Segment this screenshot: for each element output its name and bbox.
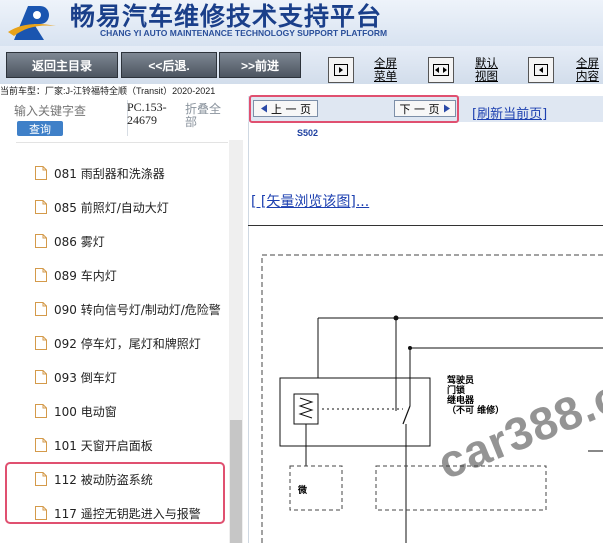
fullscreen-menu-line1: 全屏 <box>374 58 397 70</box>
document-icon <box>35 200 47 214</box>
document-icon <box>35 336 47 350</box>
next-page-button[interactable]: 下 一 页 <box>394 100 456 117</box>
tree-item-label: 085 前照灯/自动大灯 <box>54 200 169 215</box>
prev-page-label: 上 一 页 <box>271 102 311 116</box>
document-icon <box>35 268 47 282</box>
tree-item[interactable]: 089 车内灯 <box>35 258 235 292</box>
tree-item[interactable]: 100 电动窗 <box>35 394 235 428</box>
refresh-link[interactable]: [刷新当前页] <box>472 103 547 122</box>
search-input[interactable] <box>14 104 110 118</box>
tree-item-label: 117 遥控无钥匙进入与报警 <box>54 506 201 521</box>
fullscreen-content-line1: 全屏 <box>576 58 599 70</box>
default-view-line2: 视图 <box>475 71 498 83</box>
document-icon <box>35 370 47 384</box>
relay-label-line2: 门锁 <box>447 386 466 396</box>
tree-item[interactable]: 085 前照灯/自动大灯 <box>35 190 235 224</box>
document-icon <box>35 302 47 316</box>
document-icon <box>35 234 47 248</box>
tree-item-label: 101 天窗开启面板 <box>54 438 153 453</box>
forward-button[interactable]: >>前进 <box>219 52 301 78</box>
fullscreen-menu-link[interactable]: 全屏 菜单 <box>374 58 397 84</box>
default-view-icon[interactable] <box>428 57 454 83</box>
document-icon <box>35 506 47 520</box>
tree-item-label: 086 雾灯 <box>54 234 105 249</box>
logo-icon <box>8 6 56 40</box>
diagram-code: S502 <box>297 128 319 138</box>
tree-item-label: 093 倒车灯 <box>54 370 117 385</box>
prev-page-button[interactable]: 上 一 页 <box>253 100 318 117</box>
search-button[interactable]: 查询 <box>17 121 63 136</box>
tree-item-label: 081 雨刮器和洗涤器 <box>54 166 165 181</box>
default-view-link[interactable]: 默认 视图 <box>475 58 498 84</box>
fullscreen-content-line2: 内容 <box>576 71 599 83</box>
vector-view-link[interactable]: [ [矢量浏览该图]... <box>251 191 369 211</box>
next-page-label: 下 一 页 <box>399 102 440 116</box>
tree-item-label: 100 电动窗 <box>54 404 117 419</box>
fullscreen-menu-icon[interactable] <box>328 57 354 83</box>
relay-label: 驾驶员 门锁 继电器 （不可 维修） <box>447 376 504 416</box>
tree-item[interactable]: 117 遥控无钥匙进入与报警 <box>35 496 235 530</box>
document-icon <box>35 438 47 452</box>
tree-item-label: 112 被动防盗系统 <box>54 472 153 487</box>
tree-item[interactable]: 101 天窗开启面板 <box>35 428 235 462</box>
sidebar-scroll-thumb[interactable] <box>230 420 242 543</box>
fullscreen-menu-line2: 菜单 <box>374 71 397 83</box>
arrow-right-icon <box>443 104 450 113</box>
sidebar-divider <box>16 142 228 143</box>
pc-code: PC.153-24679 <box>127 100 167 127</box>
tree-item-label: 089 车内灯 <box>54 268 117 283</box>
document-icon <box>35 472 47 486</box>
tree-item[interactable]: 086 雾灯 <box>35 224 235 258</box>
arrow-left-icon <box>261 104 267 113</box>
micro-label: 微 <box>298 486 308 496</box>
tree-item[interactable]: 081 雨刮器和洗涤器 <box>35 156 235 190</box>
relay-label-line3: 继电器 <box>447 396 475 406</box>
relay-label-line1: 驾驶员 <box>447 376 475 386</box>
tree-item[interactable]: 090 转向信号灯/制动灯/危险警 <box>35 292 235 326</box>
home-button[interactable]: 返回主目录 <box>6 52 118 78</box>
tree-item[interactable]: 093 倒车灯 <box>35 360 235 394</box>
collapse-all-button[interactable]: 折叠全部 <box>185 103 225 129</box>
fullscreen-content-icon[interactable] <box>528 57 554 83</box>
tree-item-label: 090 转向信号灯/制动灯/危险警 <box>54 302 221 317</box>
tree-item-label: 092 停车灯，尾灯和牌照灯 <box>54 336 201 351</box>
back-button[interactable]: <<后退. <box>121 52 217 78</box>
tree-item[interactable]: 112 被动防盗系统 <box>35 462 235 496</box>
document-icon <box>35 166 47 180</box>
page-subtitle: CHANG YI AUTO MAINTENANCE TECHNOLOGY SUP… <box>100 28 388 38</box>
document-icon <box>35 404 47 418</box>
default-view-line1: 默认 <box>475 58 498 70</box>
tree-item[interactable]: 092 停车灯，尾灯和牌照灯 <box>35 326 235 360</box>
fullscreen-content-link[interactable]: 全屏 内容 <box>576 58 599 84</box>
